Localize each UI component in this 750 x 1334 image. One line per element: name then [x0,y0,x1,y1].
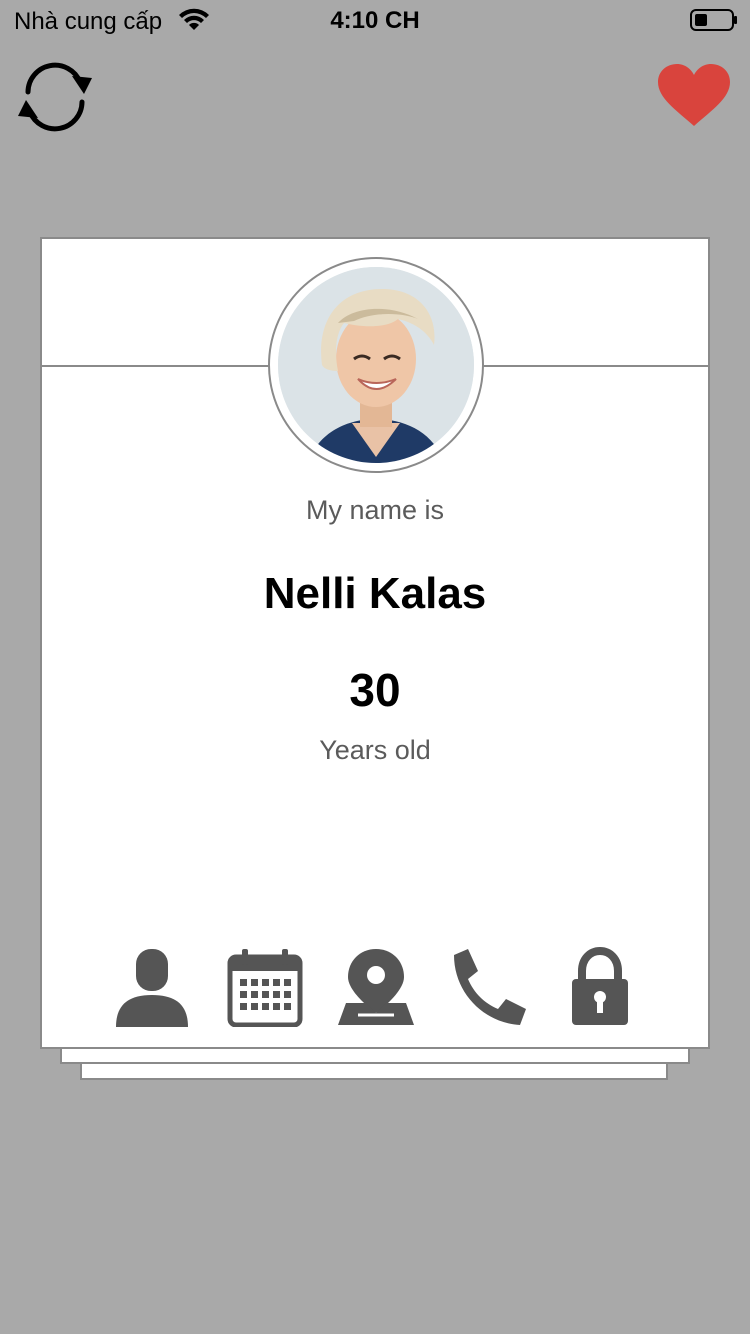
profile-card[interactable]: My name is Nelli Kalas 30 Years old [40,237,710,1049]
refresh-icon [18,62,92,132]
avatar [278,267,474,463]
battery-icon [690,9,738,31]
profile-age: 30 [349,664,401,716]
map-pin-icon [338,949,414,1025]
heart-icon [658,64,730,126]
tab-location[interactable] [336,947,416,1027]
refresh-button[interactable] [16,58,94,136]
intro-text: My name is [305,495,445,525]
tab-user[interactable] [112,947,192,1027]
tab-phone[interactable] [448,947,528,1027]
clock: 4:10 CH [330,7,420,34]
calendar-icon [227,949,303,1027]
profile-name: Nelli Kalas [263,569,487,618]
tab-calendar[interactable] [226,947,306,1027]
age-label: Years old [319,735,431,765]
user-icon [116,949,188,1027]
phone-icon [454,949,526,1025]
status-bar: Nhà cung cấp 4:10 CH [0,0,750,40]
favorite-button[interactable] [656,62,732,128]
tab-lock[interactable] [560,947,640,1027]
avatar-frame [268,257,484,473]
lock-icon [572,947,628,1025]
